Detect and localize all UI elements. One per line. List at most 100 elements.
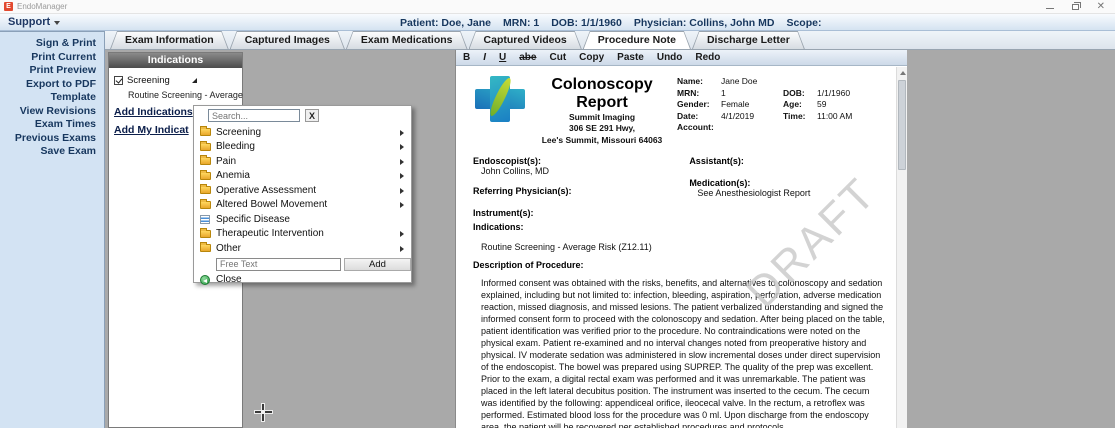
menu-item-operative-assessment[interactable]: Operative Assessment (194, 183, 411, 198)
add-button[interactable]: Add (344, 257, 411, 271)
tab-exam-medications[interactable]: Exam Medications (346, 31, 468, 49)
bold-button[interactable]: B (463, 52, 470, 63)
copy-button[interactable]: Copy (579, 52, 604, 63)
submenu-arrow-icon (400, 158, 404, 165)
undo-button[interactable]: Undo (657, 52, 683, 63)
crosshair-cursor (255, 404, 272, 421)
search-input[interactable] (208, 109, 300, 122)
patient-physician: Physician: Collins, John MD (633, 16, 775, 29)
menu-item-close[interactable]: Close (194, 273, 411, 288)
italic-button[interactable]: I (483, 52, 486, 63)
procedure-note-document: B I U abe Cut Copy Paste Undo Redo Colon… (455, 50, 907, 428)
close-icon[interactable]: ✕ (1097, 1, 1105, 12)
screening-indication-row[interactable]: Screening (114, 75, 237, 86)
folder-icon (199, 242, 211, 253)
tab-strip: Exam Information Captured Images Exam Me… (105, 31, 1115, 50)
document-scrollbar[interactable] (896, 67, 907, 428)
sidebar-item-sign-print[interactable]: Sign & Print (0, 37, 104, 51)
menu-bar: Support Patient: Doe, Jane MRN: 1 DOB: 1… (0, 14, 1115, 31)
submenu-arrow-icon (400, 144, 404, 150)
referring-physician-label: Referring Physician(s): (473, 186, 572, 197)
menu-item-screening[interactable]: Screening (194, 125, 411, 140)
support-menu-label: Support (8, 16, 51, 28)
title-bar: E EndoManager ✕ (0, 0, 1115, 14)
submenu-arrow-icon (400, 129, 404, 136)
facility-address1: 306 SE 291 Hwy, (569, 123, 635, 134)
folder-icon (199, 184, 211, 195)
menu-item-bleeding[interactable]: Bleeding (194, 140, 411, 155)
expand-triangle-icon[interactable] (191, 78, 197, 83)
minimize-icon[interactable] (1045, 8, 1054, 9)
editor-toolbar: B I U abe Cut Copy Paste Undo Redo (456, 50, 907, 66)
strikethrough-button[interactable]: abe (519, 52, 536, 63)
patient-info-bar: Patient: Doe, Jane MRN: 1 DOB: 1/1/1960 … (400, 14, 821, 31)
restore-icon[interactable] (1071, 1, 1081, 10)
indications-panel-title: Indications (109, 53, 242, 68)
menu-item-altered-bowel-movement[interactable]: Altered Bowel Movement (194, 198, 411, 213)
sidebar-item-print-preview[interactable]: Print Preview (0, 64, 104, 78)
description-label: Description of Procedure: (473, 260, 584, 271)
menu-item-specific-disease[interactable]: Specific Disease (194, 212, 411, 227)
patient-scope: Scope: (786, 16, 822, 29)
tab-procedure-note[interactable]: Procedure Note (583, 31, 691, 49)
paste-button[interactable]: Paste (617, 52, 644, 63)
patient-name: Patient: Doe, Jane (400, 16, 492, 29)
facility-address2: Lee's Summit, Missouri 64063 (541, 134, 663, 145)
sidebar-item-exam-times[interactable]: Exam Times (0, 118, 104, 132)
tab-captured-images[interactable]: Captured Images (230, 31, 345, 49)
free-text-input[interactable] (216, 257, 341, 271)
menu-item-other[interactable]: Other (194, 241, 411, 256)
folder-icon (199, 227, 211, 238)
redo-button[interactable]: Redo (695, 52, 720, 63)
folder-icon (199, 155, 211, 166)
menu-item-pain[interactable]: Pain (194, 154, 411, 169)
facility-name: Summit Imaging (568, 112, 636, 122)
sidebar-item-view-revisions[interactable]: View Revisions (0, 105, 104, 119)
list-icon (200, 214, 210, 224)
medications-label: Medication(s): (689, 178, 751, 189)
submenu-arrow-icon (400, 202, 404, 208)
endoscopist-value: John Collins, MD (481, 166, 550, 177)
screening-label: Screening (127, 75, 170, 86)
sidebar-item-export-pdf[interactable]: Export to PDF (0, 78, 104, 92)
left-sidebar: Sign & Print Print Current Print Preview… (0, 31, 105, 428)
folder-icon (199, 198, 211, 209)
menu-item-anemia[interactable]: Anemia (194, 169, 411, 184)
close-green-icon (200, 274, 210, 285)
description-text: Informed consent was obtained with the r… (481, 278, 885, 428)
endoscopists-label: Endoscopist(s): (473, 156, 542, 167)
submenu-arrow-icon (400, 187, 404, 194)
endomanager-window: E EndoManager ✕ Support Patient: Doe, Ja… (0, 0, 1115, 428)
tab-discharge-letter[interactable]: Discharge Letter (692, 31, 805, 49)
cut-button[interactable]: Cut (549, 52, 566, 63)
support-menu[interactable]: Support (0, 16, 61, 28)
sidebar-item-print-current[interactable]: Print Current (0, 51, 104, 65)
folder-icon (199, 140, 211, 151)
menu-item-therapeutic-intervention[interactable]: Therapeutic Intervention (194, 227, 411, 242)
patient-dob: DOB: 1/1/1960 (551, 16, 622, 29)
report-body[interactable]: Colonoscopy Report Summit Imaging 306 SE… (456, 67, 897, 428)
indications-label: Indications: (473, 222, 524, 233)
screening-sub-value: Routine Screening - Average (128, 90, 243, 100)
folder-icon (199, 169, 211, 180)
instruments-label: Instrument(s): (473, 208, 534, 219)
folder-icon (199, 126, 211, 137)
clear-search-button[interactable]: X (305, 109, 319, 122)
submenu-arrow-icon (400, 245, 404, 252)
scroll-up-icon[interactable] (897, 67, 908, 78)
patient-demographics: Name: Jane Doe MRN: 1 DOB: 1/1/1960 Gender: F… (677, 76, 853, 132)
tab-exam-information[interactable]: Exam Information (110, 31, 229, 49)
sidebar-item-template[interactable]: Template (0, 91, 104, 105)
window-title: EndoManager (17, 2, 68, 11)
underline-button[interactable]: U (499, 52, 506, 63)
report-title: Colonoscopy Report (551, 76, 653, 111)
scrollbar-thumb[interactable] (898, 80, 906, 170)
sidebar-item-save-exam[interactable]: Save Exam (0, 145, 104, 159)
sidebar-item-previous-exams[interactable]: Previous Exams (0, 132, 104, 146)
screening-checkbox[interactable] (114, 76, 123, 85)
submenu-arrow-icon (400, 231, 404, 237)
tab-captured-videos[interactable]: Captured Videos (469, 31, 582, 49)
patient-mrn: MRN: 1 (503, 16, 540, 29)
chevron-down-icon (54, 21, 61, 25)
submenu-arrow-icon (400, 173, 404, 179)
